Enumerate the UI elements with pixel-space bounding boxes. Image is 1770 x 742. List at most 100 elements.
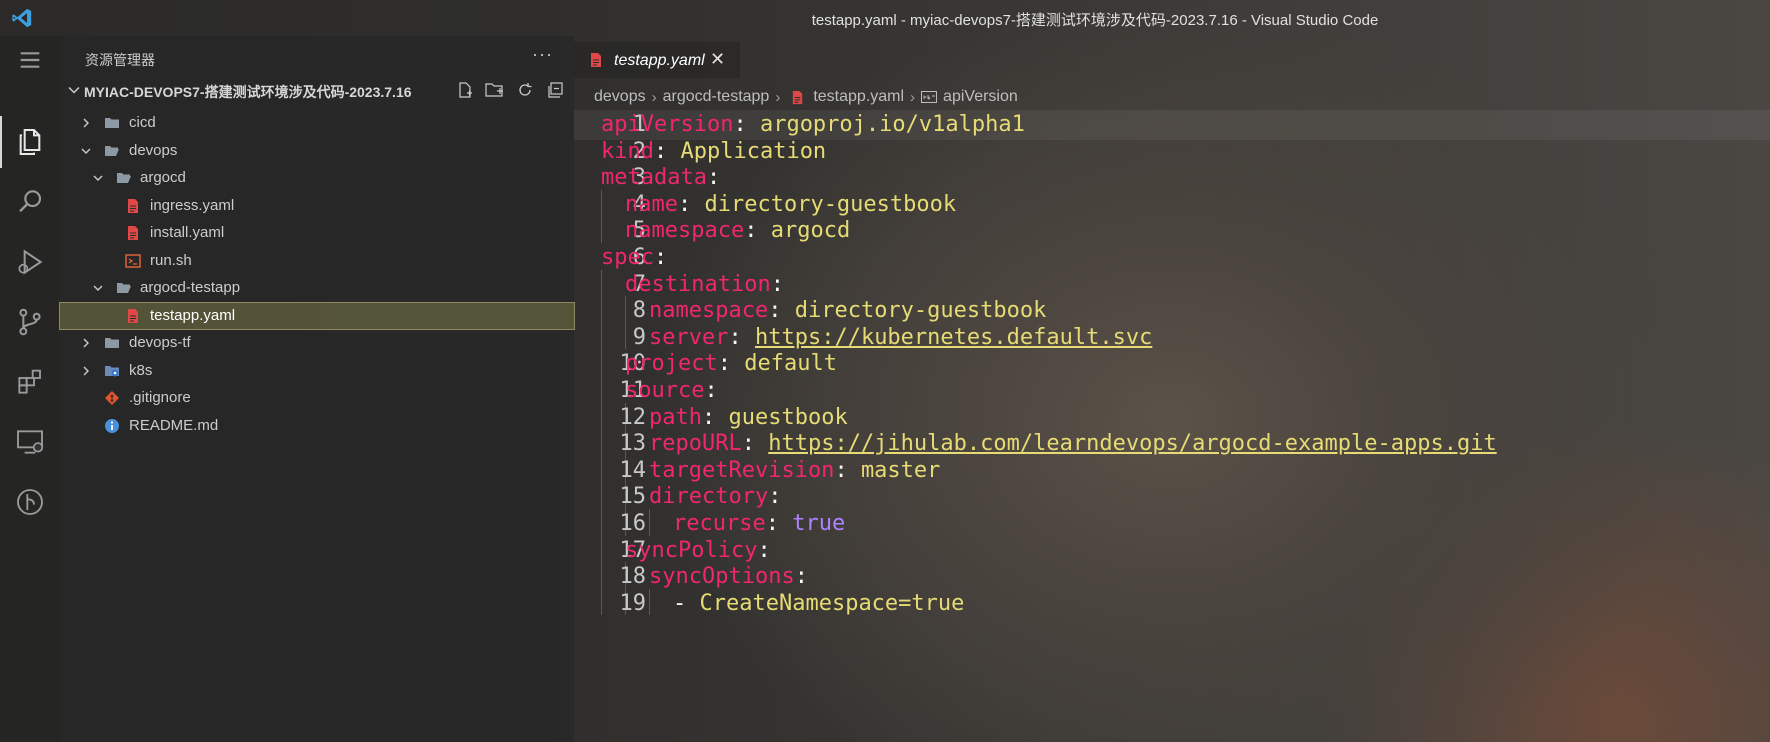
- workspace-folder-header[interactable]: MYIAC-DEVOPS7-搭建测试环境涉及代码-2023.7.16: [60, 78, 574, 102]
- explorer-icon[interactable]: [10, 122, 50, 162]
- code-token: directory: [649, 484, 769, 510]
- tree-item-label: run.sh: [150, 252, 192, 269]
- code-line[interactable]: 8 namespace: directory-guestbook: [574, 296, 1770, 326]
- chevron-down-icon: [81, 148, 91, 154]
- indent-guide: [625, 402, 626, 430]
- breadcrumb-item-argocd-testapp[interactable]: argocd-testapp: [663, 88, 770, 106]
- code-line[interactable]: 11 source:: [574, 376, 1770, 406]
- code-line[interactable]: 9 server: https://kubernetes.default.svc: [574, 322, 1770, 353]
- code-line[interactable]: 18 syncOptions:: [574, 562, 1770, 592]
- tree-item-argocd[interactable]: argocd: [60, 165, 574, 191]
- code-token: apiVersion: [601, 112, 734, 137]
- folder-open-icon: [105, 146, 119, 156]
- gitlens-icon[interactable]: [10, 482, 50, 522]
- tree-item-k8s[interactable]: k8s: [60, 358, 574, 384]
- code-line[interactable]: 6 spec:: [574, 243, 1770, 273]
- breadcrumb-item-testapp-yaml[interactable]: testapp.yaml: [813, 88, 904, 106]
- code-line[interactable]: 17 syncPolicy:: [574, 535, 1770, 566]
- folder-icon: [105, 118, 119, 128]
- code-line[interactable]: 15 directory:: [574, 482, 1770, 512]
- code-line[interactable]: 1 apiVersion: argoproj.io/v1alpha1: [574, 110, 1770, 140]
- code-token: :: [704, 378, 718, 403]
- tree-item-testapp-yaml[interactable]: testapp.yaml: [59, 302, 575, 330]
- code-token: :: [653, 138, 681, 164]
- tree-item-gitignore[interactable]: .gitignore: [60, 385, 574, 411]
- code-token: :: [794, 564, 808, 590]
- code-token: namespace: [649, 298, 769, 324]
- code-token: master: [860, 457, 941, 483]
- tree-item-install-yaml[interactable]: install.yaml: [60, 220, 574, 246]
- shell-file-icon: [125, 254, 141, 268]
- tree-item-cicd[interactable]: cicd: [60, 110, 574, 136]
- indent-guide: [601, 402, 602, 430]
- yaml-file-icon: [793, 90, 803, 104]
- code-token: repoURL: [649, 431, 742, 457]
- code-line[interactable]: 2 kind: Application: [574, 137, 1770, 167]
- refresh-icon[interactable]: [515, 80, 535, 100]
- collapse-all-icon[interactable]: [545, 80, 565, 100]
- chevron-down-icon: [93, 175, 103, 181]
- tree-item-label: argocd: [140, 169, 186, 186]
- line-number: 9: [632, 324, 646, 350]
- new-folder-icon[interactable]: [485, 80, 505, 100]
- folder-open-icon: [117, 173, 131, 183]
- breadcrumb-item-devops[interactable]: devops: [594, 88, 646, 106]
- chevron-down-icon: [93, 285, 103, 291]
- code-token: argoproj.io/v1alpha1: [759, 112, 1025, 137]
- chevron-right-icon: ›: [775, 88, 781, 106]
- close-icon[interactable]: ✕: [710, 49, 725, 70]
- line-content: destination:: [625, 270, 784, 300]
- tree-item-devops-tf[interactable]: devops-tf: [60, 330, 574, 356]
- code-token: spec: [601, 245, 654, 270]
- indent-guide: [601, 296, 602, 323]
- activity-bar: [0, 36, 60, 742]
- code-token: :: [728, 324, 755, 350]
- new-file-icon[interactable]: [455, 80, 475, 100]
- menu-icon[interactable]: [10, 40, 50, 80]
- code-token: recurse: [673, 511, 766, 536]
- code-line[interactable]: 16 recurse: true: [574, 509, 1770, 539]
- code-line[interactable]: 4 name: directory-guestbook: [574, 189, 1770, 220]
- code-token: project: [625, 351, 718, 377]
- more-actions-button[interactable]: ···: [532, 44, 553, 65]
- source-control-icon[interactable]: [10, 302, 50, 342]
- line-content: kind: Application: [601, 137, 826, 167]
- code-line[interactable]: 7 destination:: [574, 269, 1770, 300]
- remote-explorer-icon[interactable]: [10, 422, 50, 462]
- breadcrumb-item-apiversion[interactable]: apiVersion: [943, 88, 1018, 106]
- extensions-icon[interactable]: [10, 362, 50, 402]
- indent-guide: [601, 349, 602, 376]
- code-line[interactable]: 12 path: guestbook: [574, 402, 1770, 433]
- tree-item-label: cicd: [129, 114, 156, 131]
- run-debug-icon[interactable]: [10, 242, 50, 282]
- code-line[interactable]: 10 project: default: [574, 349, 1770, 379]
- tree-item-label: argocd-testapp: [140, 279, 241, 296]
- kubernetes-folder-icon: [105, 366, 119, 377]
- code-line[interactable]: 5 namespace: argocd: [574, 216, 1770, 246]
- indent-guide: [649, 588, 650, 616]
- indent-guide: [601, 455, 602, 483]
- tree-item-devops[interactable]: devops: [60, 138, 574, 164]
- tab-testapp-yaml[interactable]: testapp.yaml ✕: [574, 42, 740, 78]
- tree-item-label: devops-tf: [129, 334, 191, 351]
- chevron-right-icon: ›: [910, 88, 916, 106]
- chevron-right-icon: [83, 366, 89, 376]
- code-line[interactable]: 14 targetRevision: master: [574, 455, 1770, 486]
- tree-item-argocd-testapp[interactable]: argocd-testapp: [60, 275, 574, 301]
- line-number: 16: [619, 511, 647, 536]
- code-line[interactable]: 3 metadata:: [574, 163, 1770, 193]
- code-token: :: [765, 511, 793, 536]
- search-icon[interactable]: [10, 182, 50, 222]
- tree-item-ingress-yaml[interactable]: ingress.yaml: [60, 193, 574, 219]
- code-line[interactable]: 13 repoURL: https://jihulab.com/learndevo…: [574, 429, 1770, 459]
- line-content: namespace: directory-guestbook: [649, 296, 1046, 326]
- chevron-right-icon: [83, 118, 89, 128]
- code-token: metadata: [601, 165, 707, 191]
- code-token: :: [706, 165, 721, 191]
- tree-item-label: .gitignore: [129, 389, 191, 406]
- code-line[interactable]: 19- CreateNamespace=true: [574, 588, 1770, 619]
- tree-item-run-sh[interactable]: run.sh: [60, 248, 574, 274]
- line-number: 15: [619, 484, 647, 510]
- code-token: -: [673, 590, 700, 616]
- tree-item-readme[interactable]: README.md: [60, 413, 574, 439]
